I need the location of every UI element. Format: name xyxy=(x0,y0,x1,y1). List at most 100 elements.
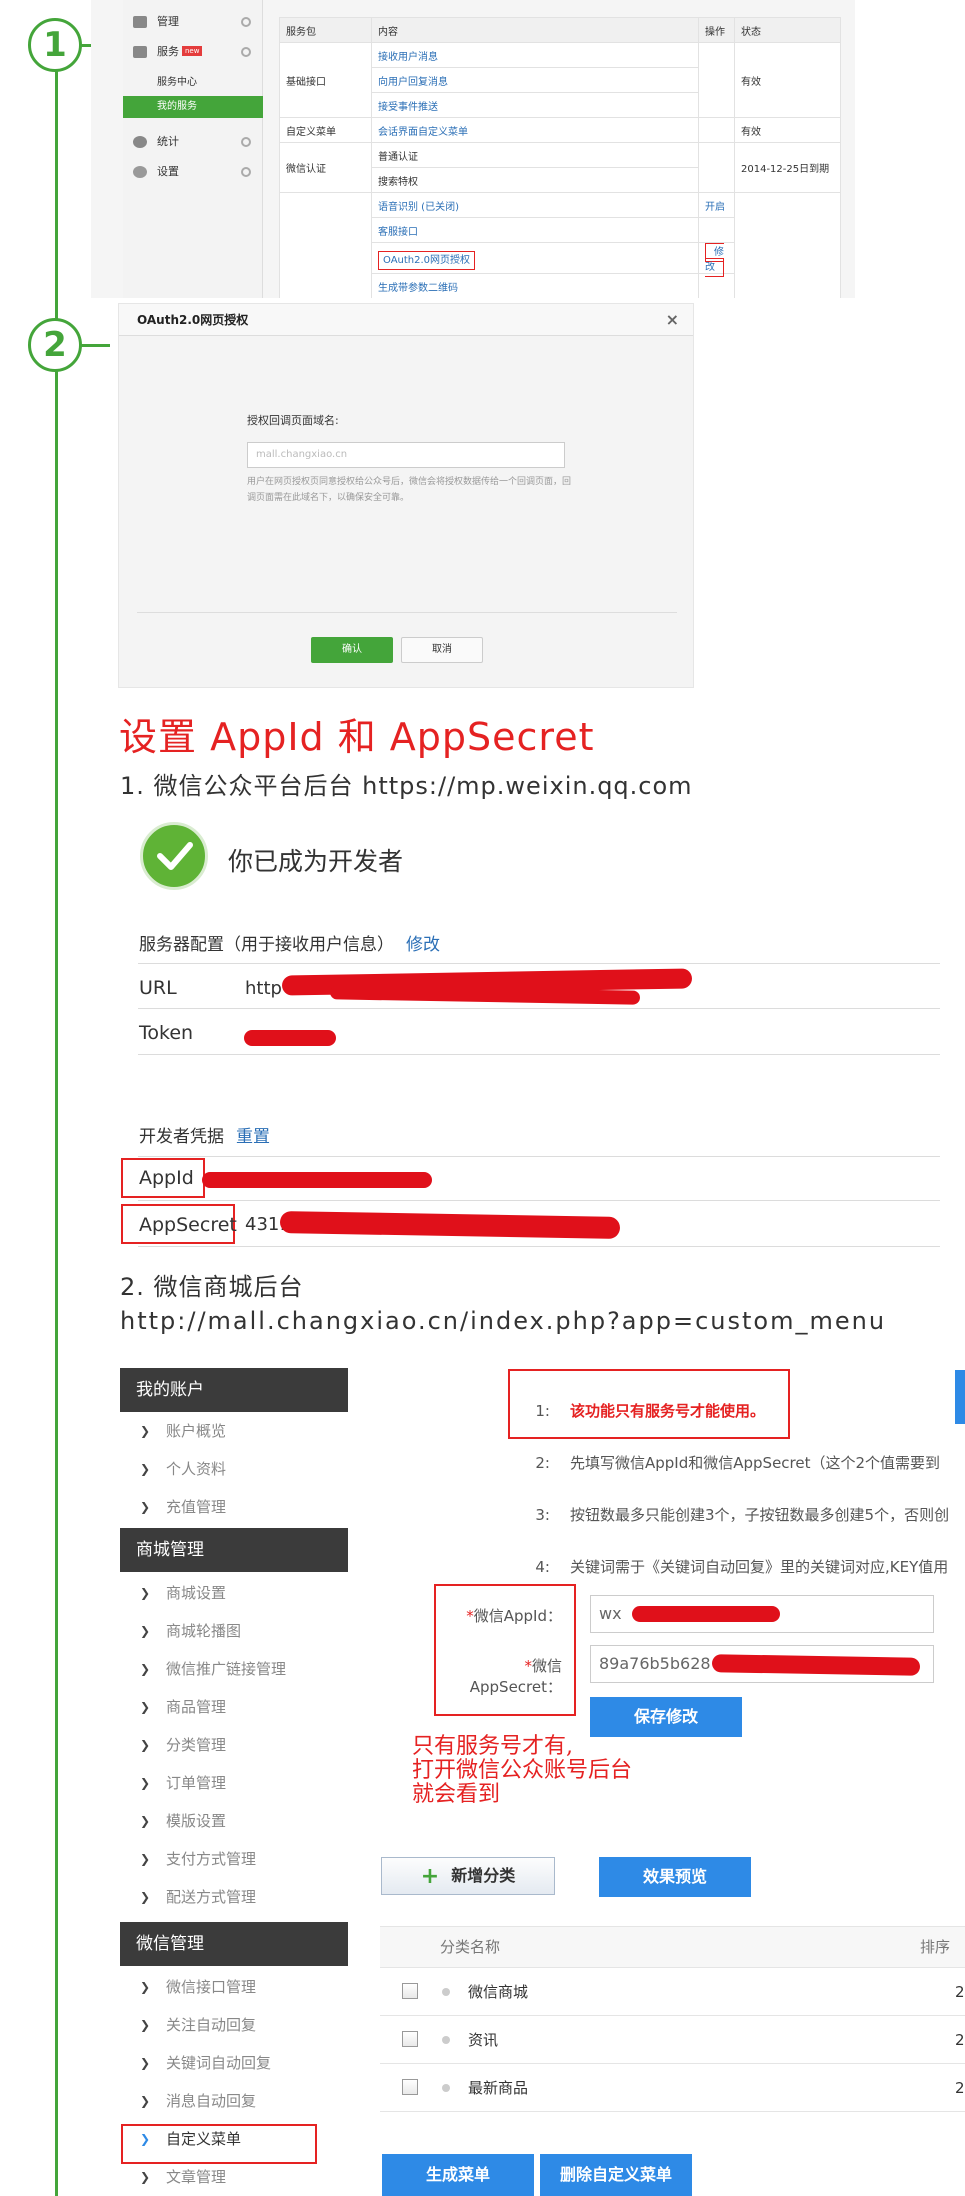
arrow-icon: ❯ xyxy=(140,1500,151,1514)
sidebar-item[interactable]: ❯ 分类管理 xyxy=(120,1726,348,1764)
sidebar-section-mall[interactable]: 商城管理 xyxy=(120,1528,348,1572)
note-2: 2: 先填写微信AppId和微信AppSecret（这个2个值需要到 xyxy=(535,1454,941,1472)
arrow-icon: ❯ xyxy=(140,2094,151,2108)
arrow-icon: ❯ xyxy=(140,1890,151,1904)
row-checkbox[interactable] xyxy=(402,2031,418,2047)
sidebar-section-wechat[interactable]: 微信管理 xyxy=(120,1922,348,1966)
close-icon[interactable]: × xyxy=(666,304,679,336)
sidebar-item[interactable]: ❯ 充值管理 xyxy=(120,1488,348,1526)
dialog-header: OAuth2.0网页授权 × xyxy=(119,304,693,336)
note-4: 4: 关键词需于《关键词自动回复》里的关键词对应,KEY值用 xyxy=(535,1558,949,1576)
col-header-sort: 排序 xyxy=(920,1938,951,1956)
sidebar-item[interactable]: ❯ 关注自动回复 xyxy=(120,2006,348,2044)
server-config-header: 服务器配置（用于接收用户信息） 修改 xyxy=(139,935,440,955)
table-row: 最新商品 2 xyxy=(380,2064,965,2112)
sidebar-item[interactable]: ❯ 商城设置 xyxy=(120,1574,348,1612)
row-checkbox[interactable] xyxy=(402,2079,418,2095)
oauth-item-highlight[interactable]: OAuth2.0网页授权 xyxy=(378,250,476,270)
col-header-package: 服务包 xyxy=(279,17,372,43)
table-row: 资讯 2 xyxy=(380,2016,965,2064)
arrow-icon: ❯ xyxy=(140,1586,151,1600)
redaction-scribble xyxy=(632,1606,780,1622)
save-button[interactable]: 保存修改 xyxy=(590,1697,742,1737)
modify-link[interactable]: 修改 xyxy=(406,935,440,955)
sidebar-item[interactable]: ❯ 微信接口管理 xyxy=(120,1968,348,2006)
sidebar-item[interactable]: ❯ 支付方式管理 xyxy=(120,1840,348,1878)
generate-menu-button[interactable]: 生成菜单 xyxy=(382,2154,534,2196)
sidebar-item[interactable]: ❯ 配送方式管理 xyxy=(120,1878,348,1916)
arrow-icon: ❯ xyxy=(140,2170,151,2184)
manage-icon xyxy=(133,16,147,28)
plus-icon: + xyxy=(420,1864,440,1889)
sidebar-item[interactable]: ❯ 文章管理 xyxy=(120,2158,348,2196)
sidebar-item[interactable]: ❯ 商品管理 xyxy=(120,1688,348,1726)
appid-field-label: *微信AppId： xyxy=(466,1607,562,1625)
sidebar-section-account[interactable]: 我的账户 xyxy=(120,1368,348,1412)
new-badge: new xyxy=(182,46,203,56)
callback-domain-label: 授权回调页面域名: xyxy=(247,414,339,427)
scroll-edge-button[interactable] xyxy=(955,1370,965,1424)
arrow-icon: ❯ xyxy=(140,1700,151,1714)
table-row: 微信商城 2 xyxy=(380,1968,965,2016)
bullet-icon xyxy=(442,2036,450,2044)
sidebar-item[interactable]: ❯ 消息自动回复 xyxy=(120,2082,348,2120)
sidebar-item[interactable]: ❯ 商城轮播图 xyxy=(120,1612,348,1650)
collapse-icon[interactable] xyxy=(241,47,251,57)
service-icon xyxy=(133,46,147,58)
note-3: 3: 按钮数最多只能创建3个，子按钮数最多创建5个，否则创 xyxy=(535,1506,950,1524)
divider xyxy=(138,1054,940,1055)
success-check-icon xyxy=(140,822,208,890)
sidebar-item[interactable]: ❯ 订单管理 xyxy=(120,1764,348,1802)
col-header-status: 状态 xyxy=(734,17,841,43)
wechat-platform-services-panel: 管理 服务 new 服务中心 我的服务 统计 设置 服务包 内容 操作 状态 基… xyxy=(91,0,855,298)
appsecret-label: AppSecret xyxy=(139,1214,237,1236)
row-checkbox[interactable] xyxy=(402,1983,418,1999)
confirm-button[interactable]: 确认 xyxy=(311,637,393,663)
divider xyxy=(137,612,677,613)
callback-domain-input[interactable]: mall.changxiao.cn xyxy=(247,442,565,468)
col-header-content: 内容 xyxy=(371,17,699,43)
collapse-icon[interactable] xyxy=(241,167,251,177)
guide-line xyxy=(55,70,58,2196)
redaction-scribble xyxy=(244,1030,336,1046)
step-text-1: 1. 微信公众平台后台 https://mp.weixin.qq.com xyxy=(120,772,693,800)
collapse-icon[interactable] xyxy=(241,137,251,147)
add-category-button[interactable]: + 新增分类 xyxy=(381,1857,555,1895)
sidebar-item-stats[interactable]: 统计 xyxy=(123,128,263,156)
sidebar-item[interactable]: ❯ 微信推广链接管理 xyxy=(120,1650,348,1688)
collapse-icon[interactable] xyxy=(241,17,251,27)
sidebar-item[interactable]: ❯ 个人资料 xyxy=(120,1450,348,1488)
sidebar-item-settings[interactable]: 设置 xyxy=(123,158,263,186)
arrow-icon: ❯ xyxy=(140,1980,151,1994)
sidebar-item[interactable]: ❯ 账户概览 xyxy=(120,1412,348,1450)
stats-icon xyxy=(133,136,147,148)
arrow-icon: ❯ xyxy=(140,1852,151,1866)
arrow-icon: ❯ xyxy=(140,1424,151,1438)
url-value: http xyxy=(245,978,282,999)
table-row: 微信认证 普通认证 2014-12-25日到期 xyxy=(279,142,841,193)
divider xyxy=(138,963,940,964)
settings-gear-icon xyxy=(133,166,147,178)
preview-button[interactable]: 效果预览 xyxy=(599,1857,751,1897)
developer-title: 你已成为开发者 xyxy=(228,847,404,876)
divider xyxy=(138,1156,940,1157)
url-label: URL xyxy=(139,977,177,999)
reset-link[interactable]: 重置 xyxy=(236,1127,270,1147)
sidebar-item[interactable]: ❯ 模版设置 xyxy=(120,1802,348,1840)
oauth-modify-link[interactable]: 修改 xyxy=(705,243,724,277)
arrow-icon: ❯ xyxy=(140,2056,151,2070)
sidebar-item-service[interactable]: 服务 new xyxy=(123,38,263,66)
divider xyxy=(138,1200,940,1201)
step-2-connector xyxy=(80,344,110,347)
sidebar-item[interactable]: ❯ 关键词自动回复 xyxy=(120,2044,348,2082)
sidebar-subitem-service-center[interactable]: 服务中心 xyxy=(123,72,263,94)
sidebar-subitem-my-services[interactable]: 我的服务 xyxy=(123,96,263,118)
step-text-2: 2. 微信商城后台 xyxy=(120,1273,304,1301)
bullet-icon xyxy=(442,2084,450,2092)
sidebar-item-manage[interactable]: 管理 xyxy=(123,8,263,36)
delete-menu-button[interactable]: 删除自定义菜单 xyxy=(540,2154,692,2196)
developer-credentials-header: 开发者凭据 重置 xyxy=(139,1127,270,1147)
enable-link[interactable]: 开启 xyxy=(698,192,735,218)
table-row: 语音识别 (已关闭) 开启 xyxy=(279,192,841,298)
cancel-button[interactable]: 取消 xyxy=(401,637,483,663)
